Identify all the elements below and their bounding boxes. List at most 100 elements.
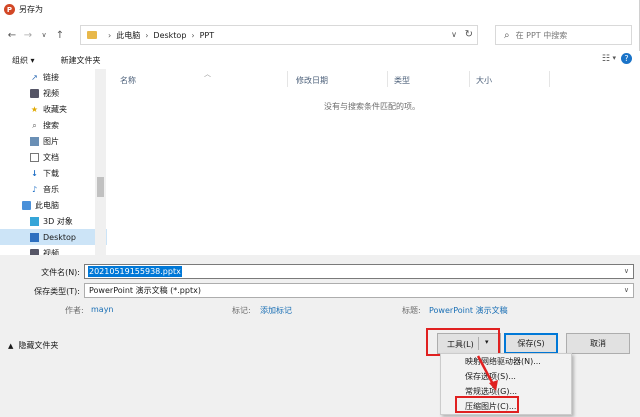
breadcrumb-chevron-icon[interactable]: › [191, 31, 194, 40]
forward-arrow-icon[interactable]: → [22, 30, 34, 41]
author-value[interactable]: mayn [91, 305, 114, 314]
sort-caret-icon: ︿ [204, 70, 211, 78]
column-divider[interactable] [549, 71, 550, 87]
filetype-value: PowerPoint 演示文稿 (*.pptx) [89, 286, 201, 295]
sidebar-item-videos[interactable]: 视频 [0, 85, 107, 101]
command-toolbar: 组织 ▾ 新建文件夹 ☷ ▾ ? [0, 51, 640, 69]
breadcrumb-this-pc[interactable]: 此电脑 [116, 30, 140, 41]
title-value[interactable]: PowerPoint 演示文稿 [429, 305, 508, 316]
sidebar-item-3d-objects[interactable]: 3D 对象 [0, 213, 107, 229]
cube-icon [30, 216, 39, 226]
tools-divider [478, 337, 479, 350]
hide-folders-label: 隐藏文件夹 [18, 341, 59, 350]
sidebar-item-searches[interactable]: ⌕ 搜索 [0, 117, 107, 133]
sidebar-item-label: 音乐 [43, 184, 59, 194]
recent-locations-chevron-icon[interactable]: ∨ [38, 31, 50, 39]
music-icon: ♪ [31, 184, 38, 194]
chevron-down-icon[interactable]: ∨ [624, 286, 629, 294]
cancel-button[interactable]: 取消 [566, 333, 630, 354]
column-header-modified[interactable]: 修改日期 [296, 75, 328, 86]
sidebar-item-favorites[interactable]: ★ 收藏夹 [0, 101, 107, 117]
sidebar-item-videos-2[interactable]: 视频 [0, 245, 107, 255]
sidebar-scroll-thumb[interactable] [97, 177, 104, 197]
desktop-icon [30, 232, 39, 242]
chevron-down-icon[interactable]: ∨ [624, 267, 629, 275]
chevron-up-icon: ▲ [8, 341, 14, 350]
sidebar-item-label: 下载 [43, 168, 59, 178]
navigation-pane: ↗ 链接 视频 ★ 收藏夹 ⌕ 搜索 图片 文档 ↓ 下载 ♪ 音乐 此电脑 3D 对象 … [0, 69, 107, 255]
sidebar-item-label: 3D 对象 [43, 216, 73, 226]
link-icon: ↗ [31, 72, 38, 82]
menu-item-save-options[interactable]: 保存选项(S)... [441, 369, 571, 384]
new-folder-button[interactable]: 新建文件夹 [61, 55, 101, 66]
column-header-name[interactable]: 名称 [120, 75, 136, 86]
save-button[interactable]: 保存(S) [504, 333, 558, 354]
sidebar-item-label: 图片 [43, 136, 59, 146]
filetype-label: 保存类型(T): [34, 287, 80, 296]
breadcrumb-desktop[interactable]: Desktop [153, 31, 186, 40]
breadcrumb-chevron-icon[interactable]: › [108, 31, 111, 40]
save-form: 文件名(N): 20210519155938.pptx ∨ 保存类型(T): P… [0, 255, 640, 363]
sidebar-item-label: 此电脑 [35, 200, 59, 210]
empty-folder-message: 没有与搜索条件匹配的项。 [324, 102, 420, 111]
sidebar-item-desktop[interactable]: Desktop [0, 229, 107, 245]
search-icon: ⌕ [32, 120, 37, 130]
filetype-select[interactable]: PowerPoint 演示文稿 (*.pptx) ∨ [84, 283, 634, 298]
search-placeholder: 在 PPT 中搜索 [515, 30, 568, 40]
search-box[interactable]: ⌕ 在 PPT 中搜索 [495, 25, 632, 45]
title-label: 标题: [402, 306, 421, 315]
star-icon: ★ [30, 104, 39, 114]
powerpoint-icon: P [4, 4, 15, 15]
help-icon[interactable]: ? [621, 53, 632, 64]
filename-label: 文件名(N): [41, 268, 80, 277]
folder-icon [87, 31, 97, 39]
video-icon [30, 88, 39, 98]
tools-label: 工具(L) [447, 340, 474, 349]
menu-item-general-options[interactable]: 常规选项(G)... [441, 384, 571, 399]
refresh-icon[interactable]: ↻ [465, 29, 473, 40]
menu-item-compress-pictures[interactable]: 压缩图片(C)... [441, 399, 571, 414]
window-title: 另存为 [19, 5, 43, 14]
sidebar-item-label: Desktop [43, 232, 76, 242]
address-bar[interactable]: › 此电脑 › Desktop › PPT ∨ ↻ [80, 25, 478, 45]
filename-input[interactable]: 20210519155938.pptx ∨ [84, 264, 634, 279]
filename-value: 20210519155938.pptx [88, 266, 182, 277]
column-divider[interactable] [387, 71, 388, 87]
sidebar-scrollbar[interactable] [95, 69, 106, 255]
view-dropdown-icon[interactable]: ▾ [612, 54, 616, 62]
hide-folders-toggle[interactable]: ▲ 隐藏文件夹 [8, 340, 58, 351]
sidebar-item-label: 收藏夹 [43, 104, 67, 114]
breadcrumb-chevron-icon[interactable]: › [145, 31, 148, 40]
breadcrumb-ppt[interactable]: PPT [200, 31, 215, 40]
tags-label: 标记: [232, 306, 251, 315]
sidebar-item-links[interactable]: ↗ 链接 [0, 69, 107, 85]
author-label: 作者: [65, 306, 84, 315]
menu-item-map-network-drive[interactable]: 映射网络驱动器(N)... [441, 354, 571, 369]
organize-button[interactable]: 组织 ▾ [12, 55, 35, 66]
sidebar-item-downloads[interactable]: ↓ 下载 [0, 165, 107, 181]
column-divider[interactable] [287, 71, 288, 87]
sidebar-item-label: 搜索 [43, 120, 59, 130]
view-options-icon[interactable]: ☷ [602, 54, 610, 64]
sidebar-item-label: 链接 [43, 72, 59, 82]
column-header-size[interactable]: 大小 [476, 75, 492, 86]
sidebar-item-label: 文档 [43, 152, 59, 162]
title-bar: P 另存为 [0, 0, 639, 19]
back-arrow-icon[interactable]: ← [6, 30, 18, 41]
tools-button[interactable]: 工具(L) ▾ [437, 333, 501, 354]
sidebar-item-this-pc[interactable]: 此电脑 [0, 197, 107, 213]
tools-dropdown-menu: 映射网络驱动器(N)... 保存选项(S)... 常规选项(G)... 压缩图片… [440, 353, 572, 415]
column-header-type[interactable]: 类型 [394, 75, 410, 86]
dropdown-arrow-icon[interactable]: ▾ [485, 338, 489, 346]
file-list: ︿ 名称 修改日期 类型 大小 没有与搜索条件匹配的项。 [107, 69, 640, 255]
tags-value[interactable]: 添加标记 [260, 305, 292, 316]
search-icon: ⌕ [504, 29, 510, 41]
sidebar-item-documents[interactable]: 文档 [0, 149, 107, 165]
up-arrow-icon[interactable]: ↑ [54, 30, 66, 41]
column-divider[interactable] [469, 71, 470, 87]
sidebar-item-label: 视频 [43, 88, 59, 98]
address-dropdown-icon[interactable]: ∨ [451, 30, 457, 39]
sidebar-item-music[interactable]: ♪ 音乐 [0, 181, 107, 197]
sidebar-item-pictures[interactable]: 图片 [0, 133, 107, 149]
save-as-dialog: P 另存为 ← → ∨ ↑ › 此电脑 › Desktop › PPT ∨ ↻ … [0, 0, 640, 363]
